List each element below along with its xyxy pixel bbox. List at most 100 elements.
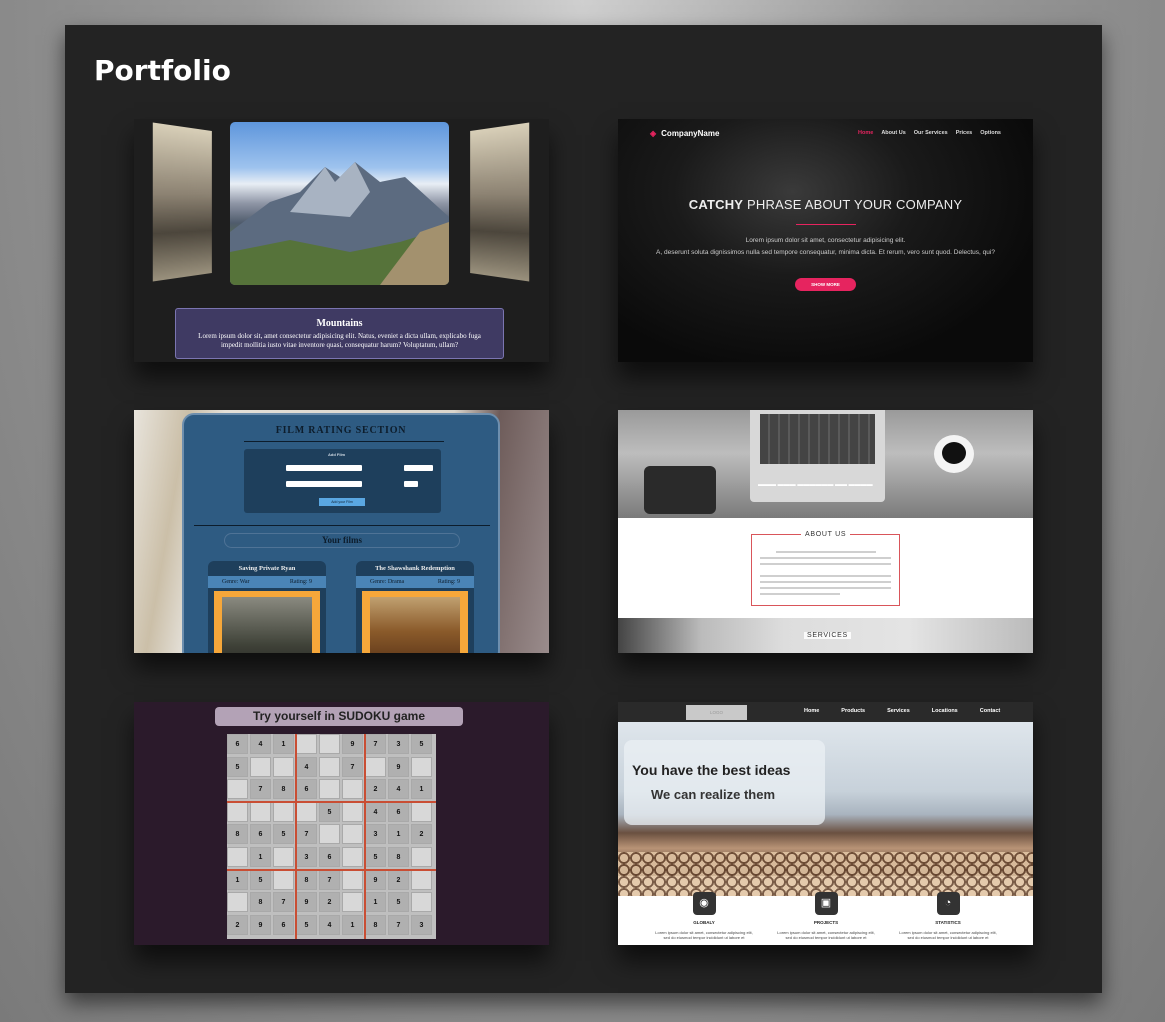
sudoku-cell[interactable]: 9 [342, 734, 363, 754]
sudoku-cell[interactable]: 7 [342, 756, 363, 777]
sudoku-cell[interactable]: 5 [411, 734, 432, 754]
sudoku-cell[interactable] [342, 801, 363, 822]
add-film-button[interactable]: Add your Film [319, 498, 365, 506]
show-more-button[interactable]: SHOW MORE [795, 278, 856, 291]
nav-link-options[interactable]: Options [980, 130, 1001, 136]
nav-link-home[interactable]: Home [804, 708, 819, 714]
sudoku-cell[interactable] [342, 779, 363, 800]
sudoku-cell[interactable] [273, 847, 294, 867]
sudoku-cell[interactable]: 7 [273, 892, 294, 913]
sudoku-cell[interactable]: 1 [250, 847, 271, 867]
sudoku-cell[interactable]: 6 [273, 914, 294, 935]
film-genre-input[interactable] [286, 481, 362, 487]
logo-placeholder[interactable]: LOGO [686, 705, 747, 720]
sudoku-cell[interactable] [411, 847, 432, 867]
sudoku-cell[interactable] [342, 869, 363, 890]
sudoku-cell[interactable] [342, 892, 363, 913]
sudoku-cell[interactable]: 1 [365, 892, 386, 913]
sudoku-cell[interactable]: 7 [319, 869, 340, 890]
sudoku-cell[interactable] [411, 801, 432, 822]
sudoku-cell[interactable]: 4 [388, 779, 409, 800]
sudoku-cell[interactable]: 5 [365, 847, 386, 867]
sudoku-cell[interactable] [411, 869, 432, 890]
sudoku-cell[interactable]: 2 [227, 914, 248, 935]
sudoku-cell[interactable]: 2 [319, 892, 340, 913]
sudoku-cell[interactable]: 4 [365, 801, 386, 822]
nav-link-products[interactable]: Products [841, 708, 865, 714]
sudoku-cell[interactable]: 8 [365, 914, 386, 935]
rating-stepper[interactable] [404, 481, 418, 487]
movie-card[interactable]: The Shawshank Redemption Genre: Drama Ra… [356, 561, 474, 653]
portfolio-item-mountains-carousel[interactable]: Mountains Lorem ipsum dolor sit, amet co… [134, 119, 549, 362]
sudoku-cell[interactable]: 6 [388, 801, 409, 822]
sudoku-cell[interactable]: 9 [250, 914, 271, 935]
sudoku-cell[interactable]: 5 [273, 824, 294, 845]
sudoku-cell[interactable]: 6 [250, 824, 271, 845]
sudoku-cell[interactable]: 2 [411, 824, 432, 845]
nav-link-home[interactable]: Home [858, 130, 873, 136]
nav-link-prices[interactable]: Prices [956, 130, 973, 136]
nav-link-services[interactable]: Our Services [914, 130, 948, 136]
nav-link-contact[interactable]: Contact [980, 708, 1000, 714]
portfolio-item-company-landing[interactable]: ◈ CompanyName Home About Us Our Services … [618, 119, 1033, 362]
sudoku-cell[interactable] [227, 847, 248, 867]
sudoku-cell[interactable]: 5 [296, 914, 317, 935]
sudoku-cell[interactable] [319, 756, 340, 777]
sudoku-cell[interactable] [227, 801, 248, 822]
sudoku-cell[interactable]: 9 [365, 869, 386, 890]
sudoku-cell[interactable] [296, 801, 317, 822]
sudoku-cell[interactable]: 5 [388, 892, 409, 913]
sudoku-cell[interactable] [227, 779, 248, 800]
sudoku-cell[interactable]: 9 [388, 756, 409, 777]
sudoku-cell[interactable] [411, 892, 432, 913]
sudoku-cell[interactable] [342, 824, 363, 845]
sudoku-cell[interactable]: 6 [296, 779, 317, 800]
sudoku-cell[interactable]: 3 [365, 824, 386, 845]
rating-select[interactable] [404, 465, 433, 471]
sudoku-cell[interactable]: 7 [250, 779, 271, 800]
sudoku-cell[interactable]: 4 [296, 756, 317, 777]
sudoku-cell[interactable]: 8 [227, 824, 248, 845]
sudoku-cell[interactable]: 8 [273, 779, 294, 800]
sudoku-cell[interactable]: 7 [388, 914, 409, 935]
sudoku-cell[interactable]: 5 [227, 756, 248, 777]
sudoku-cell[interactable]: 4 [319, 914, 340, 935]
sudoku-cell[interactable]: 4 [250, 734, 271, 754]
sudoku-cell[interactable] [319, 824, 340, 845]
sudoku-cell[interactable]: 5 [250, 869, 271, 890]
portfolio-item-ideas-landing[interactable]: LOGO Home Products Services Locations Co… [618, 702, 1033, 945]
sudoku-cell[interactable]: 8 [250, 892, 271, 913]
sudoku-cell[interactable]: 7 [296, 824, 317, 845]
sudoku-cell[interactable] [319, 779, 340, 800]
sudoku-cell[interactable] [365, 756, 386, 777]
sudoku-cell[interactable]: 2 [388, 869, 409, 890]
sudoku-cell[interactable]: 7 [365, 734, 386, 754]
sudoku-cell[interactable]: 1 [273, 734, 294, 754]
sudoku-cell[interactable]: 3 [296, 847, 317, 867]
portfolio-item-film-rating[interactable]: FILM RATING SECTION Add Film Add your Fi… [134, 410, 549, 653]
sudoku-cell[interactable]: 6 [227, 734, 248, 754]
sudoku-cell[interactable]: 1 [227, 869, 248, 890]
sudoku-cell[interactable]: 1 [388, 824, 409, 845]
sudoku-cell[interactable]: 8 [388, 847, 409, 867]
sudoku-cell[interactable] [273, 801, 294, 822]
sudoku-cell[interactable] [273, 869, 294, 890]
sudoku-cell[interactable] [273, 756, 294, 777]
sudoku-cell[interactable]: 1 [411, 779, 432, 800]
sudoku-cell[interactable] [250, 801, 271, 822]
sudoku-cell[interactable]: 3 [411, 914, 432, 935]
nav-link-about[interactable]: About Us [881, 130, 905, 136]
sudoku-cell[interactable] [319, 734, 340, 754]
sudoku-cell[interactable]: 5 [319, 801, 340, 822]
nav-link-locations[interactable]: Locations [932, 708, 958, 714]
sudoku-cell[interactable]: 6 [319, 847, 340, 867]
sudoku-cell[interactable] [342, 847, 363, 867]
sudoku-cell[interactable] [296, 734, 317, 754]
sudoku-cell[interactable] [250, 756, 271, 777]
sudoku-cell[interactable] [411, 756, 432, 777]
sudoku-cell[interactable]: 1 [342, 914, 363, 935]
nav-link-services[interactable]: Services [887, 708, 910, 714]
sudoku-cell[interactable]: 8 [296, 869, 317, 890]
sudoku-cell[interactable]: 2 [365, 779, 386, 800]
film-title-input[interactable] [286, 465, 362, 471]
